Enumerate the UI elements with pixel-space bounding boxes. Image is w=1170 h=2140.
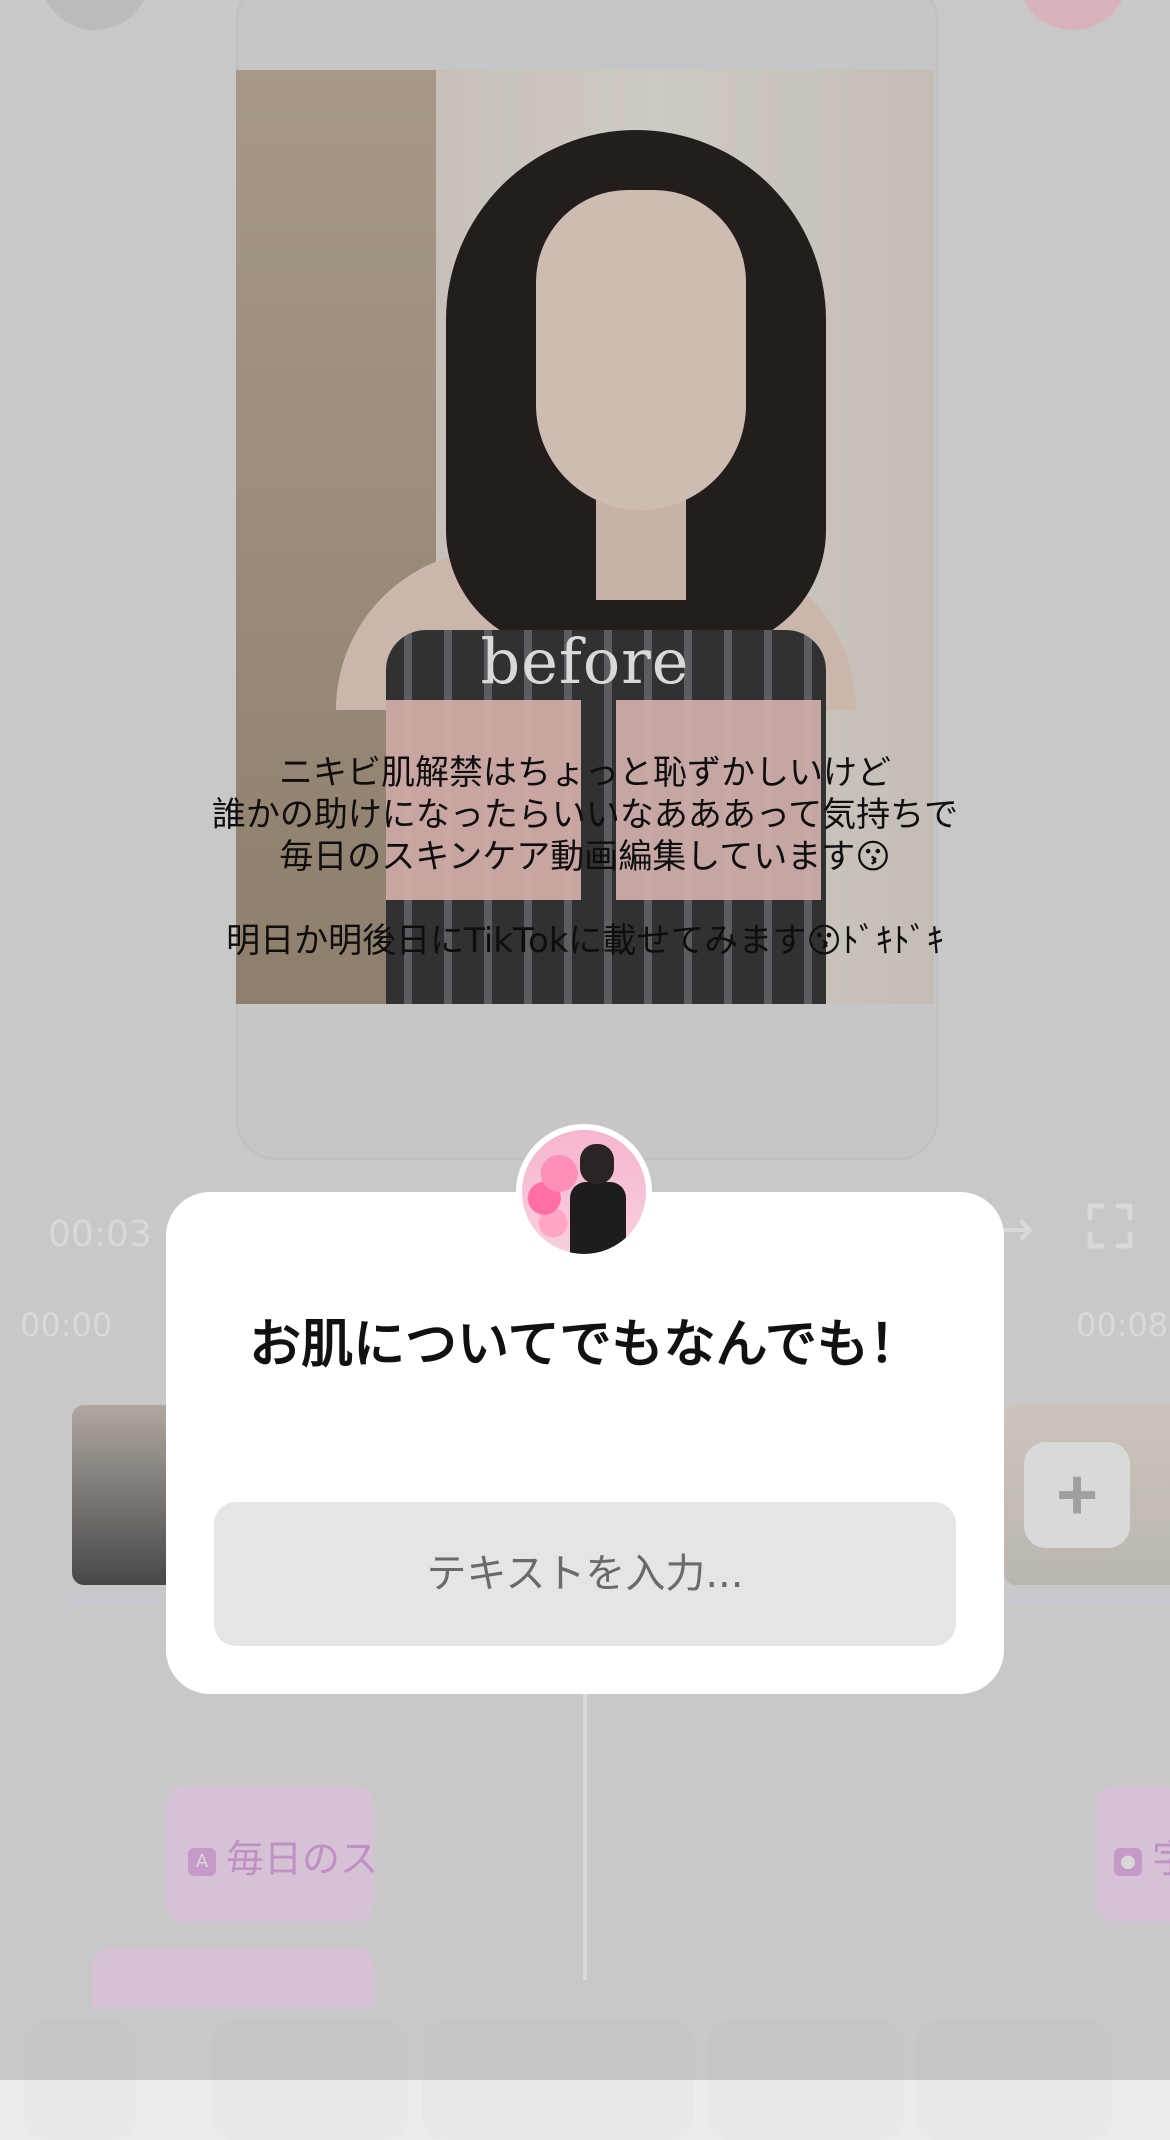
answer-text-input[interactable] [214, 1502, 956, 1646]
dialog-title: お肌についてでもなんでも！ [249, 1315, 921, 1375]
modal-backdrop[interactable] [0, 0, 1170, 2080]
avatar [516, 1124, 652, 1260]
